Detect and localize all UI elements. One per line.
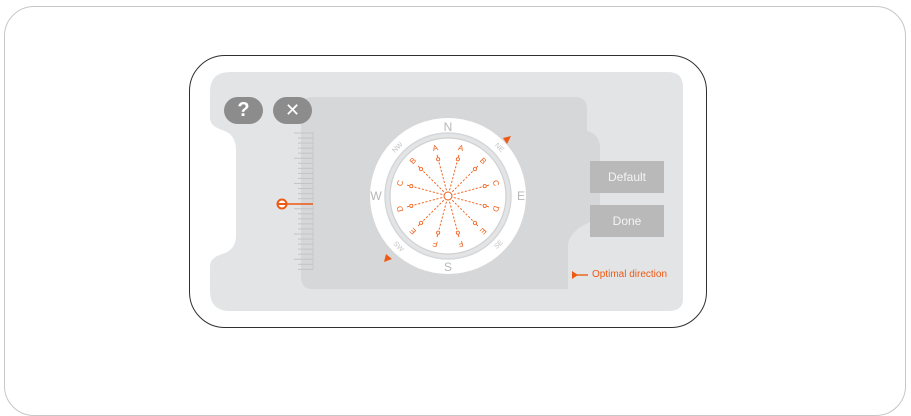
- spoke-endpoint: [472, 220, 477, 225]
- spoke-endpoint: [419, 167, 424, 172]
- spoke-endpoint: [436, 157, 441, 162]
- compass-west: W: [370, 189, 382, 203]
- compass-north: N: [444, 120, 453, 134]
- compass-east: E: [517, 189, 525, 203]
- optimal-direction-label: Optimal direction: [592, 269, 668, 280]
- close-button[interactable]: ✕: [273, 97, 312, 124]
- spoke-endpoint: [455, 157, 460, 162]
- help-icon: ?: [237, 99, 250, 121]
- spoke-endpoint: [409, 203, 414, 208]
- compass-dial[interactable]: ABCDEFFEDCBA N S E W NE SE SW NW: [370, 118, 526, 274]
- app-screen: ABCDEFFEDCBA N S E W NE SE SW NW: [210, 72, 683, 311]
- optimal-direction-legend: Optimal direction: [572, 269, 667, 280]
- spoke-endpoint: [409, 184, 414, 189]
- close-icon: ✕: [284, 100, 301, 120]
- compass-south: S: [444, 260, 452, 274]
- spoke-endpoint: [419, 220, 424, 225]
- default-button[interactable]: Default: [590, 161, 664, 193]
- done-button[interactable]: Done: [590, 205, 664, 237]
- spoke-endpoint: [482, 203, 487, 208]
- help-button[interactable]: ?: [224, 97, 263, 124]
- spoke-endpoint: [472, 167, 477, 172]
- spoke-endpoint: [455, 230, 460, 235]
- optimal-direction-icon: [572, 270, 588, 279]
- spoke-endpoint: [436, 230, 441, 235]
- spoke-endpoint: [482, 184, 487, 189]
